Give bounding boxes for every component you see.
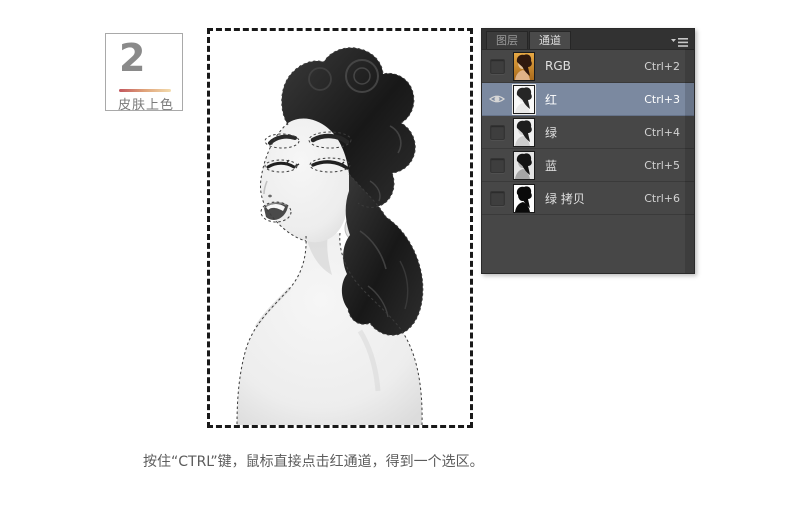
channel-row-rgb[interactable]: RGB Ctrl+2 (482, 50, 694, 83)
channel-shortcut: Ctrl+5 (644, 159, 680, 172)
portrait-image (210, 31, 470, 425)
document-canvas (207, 28, 473, 428)
visibility-toggle[interactable] (487, 93, 507, 105)
channel-row-green-copy[interactable]: 绿 拷贝 Ctrl+6 (482, 182, 694, 215)
visibility-toggle[interactable] (487, 158, 507, 173)
panel-menu-button[interactable] (671, 34, 689, 46)
eye-well (490, 59, 505, 74)
channel-shortcut: Ctrl+6 (644, 192, 680, 205)
channel-name: 绿 (545, 124, 557, 141)
channel-row-green[interactable]: 绿 Ctrl+4 (482, 116, 694, 149)
step-accent-line (119, 89, 171, 92)
step-number: 2 (119, 36, 145, 82)
panel-tabbar: 图层 通道 (482, 29, 694, 50)
channel-row-red[interactable]: 红 Ctrl+3 (482, 83, 694, 116)
tab-channels[interactable]: 通道 (529, 31, 571, 49)
channel-thumbnail (513, 151, 535, 180)
channel-thumbnail (513, 184, 535, 213)
channel-name: 绿 拷贝 (545, 190, 585, 207)
channels-panel: 图层 通道 (481, 28, 695, 274)
visibility-toggle[interactable] (487, 59, 507, 74)
step-label: 皮肤上色 (118, 94, 174, 113)
step-box: 2 皮肤上色 (105, 33, 183, 111)
panel-menu-icon (671, 37, 689, 49)
channel-shortcut: Ctrl+3 (644, 93, 680, 106)
eye-icon (489, 93, 505, 105)
eye-well (490, 191, 505, 206)
channel-row-blue[interactable]: 蓝 Ctrl+5 (482, 149, 694, 182)
visibility-toggle[interactable] (487, 125, 507, 140)
visibility-toggle[interactable] (487, 191, 507, 206)
channel-thumbnail (513, 52, 535, 81)
eye-well (490, 158, 505, 173)
channel-shortcut: Ctrl+4 (644, 126, 680, 139)
channel-shortcut: Ctrl+2 (644, 60, 680, 73)
channel-list: RGB Ctrl+2 红 Ctrl+3 (482, 50, 694, 215)
eye-well (490, 125, 505, 140)
tab-layers[interactable]: 图层 (486, 31, 528, 49)
channel-thumbnail (513, 118, 535, 147)
instruction-caption: 按住“CTRL”键，鼠标直接点击红通道，得到一个选区。 (143, 451, 484, 471)
channel-name: RGB (545, 59, 571, 73)
channel-name: 红 (545, 91, 557, 108)
channel-name: 蓝 (545, 157, 557, 174)
channel-thumbnail (513, 85, 535, 114)
